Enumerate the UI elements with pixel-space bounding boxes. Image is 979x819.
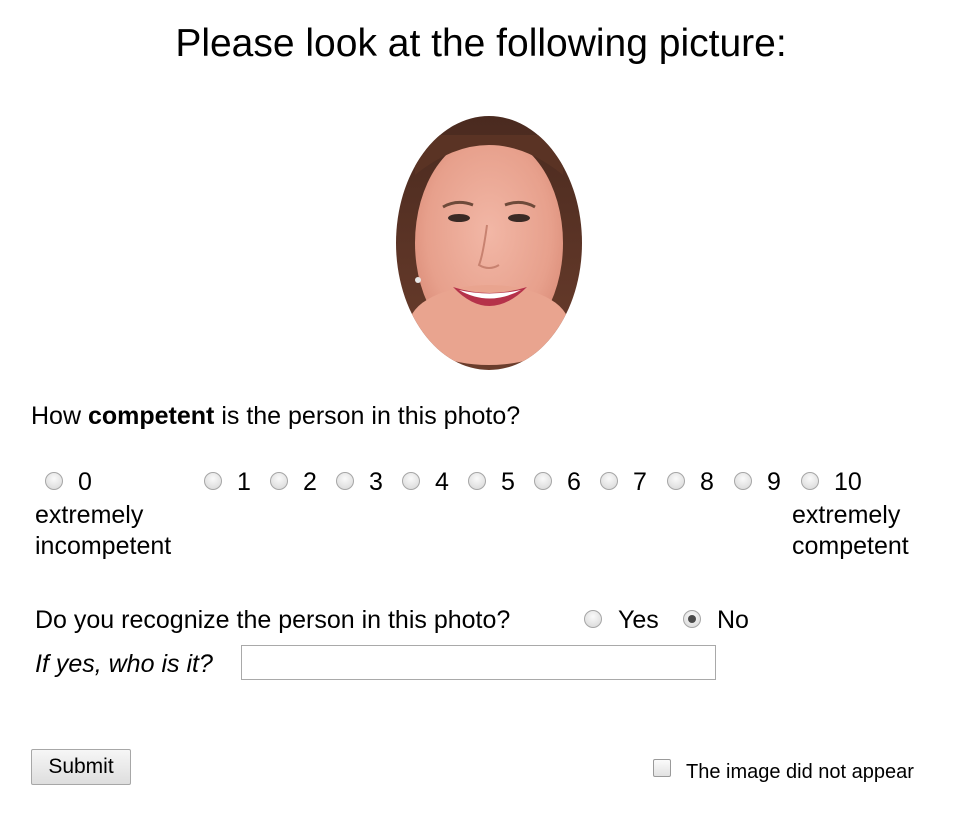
recognize-no-label: No bbox=[717, 606, 749, 634]
submit-button[interactable]: Submit bbox=[31, 749, 131, 785]
competence-radio-5[interactable] bbox=[468, 472, 486, 490]
competence-scale-label-4: 4 bbox=[435, 468, 449, 496]
competence-scale-label-8: 8 bbox=[700, 468, 714, 496]
competence-question-suffix: is the person in this photo? bbox=[214, 402, 521, 430]
competence-question-prefix: How bbox=[31, 402, 88, 430]
competence-scale-label-0: 0 bbox=[78, 468, 92, 496]
who-question: If yes, who is it? bbox=[35, 650, 213, 678]
competence-radio-10[interactable] bbox=[801, 472, 819, 490]
image-missing-label: The image did not appear bbox=[686, 761, 914, 783]
image-missing-checkbox[interactable] bbox=[653, 759, 671, 777]
competence-question-emphasis: competent bbox=[87, 402, 215, 430]
recognize-no-radio[interactable] bbox=[683, 610, 701, 628]
competence-scale-label-1: 1 bbox=[237, 468, 251, 496]
low-anchor-line2: incompetent bbox=[35, 532, 172, 560]
competence-radio-9[interactable] bbox=[734, 472, 752, 490]
competence-scale-label-10: 10 bbox=[834, 468, 862, 496]
competence-radio-2[interactable] bbox=[270, 472, 288, 490]
recognize-yes-radio[interactable] bbox=[584, 610, 602, 628]
face-photo bbox=[396, 116, 582, 370]
competence-scale-label-9: 9 bbox=[767, 468, 781, 496]
low-anchor-line1: extremely bbox=[35, 501, 144, 529]
who-input[interactable] bbox=[241, 645, 716, 680]
competence-radio-6[interactable] bbox=[534, 472, 552, 490]
competence-scale-label-5: 5 bbox=[501, 468, 515, 496]
competence-scale-label-7: 7 bbox=[633, 468, 647, 496]
competence-radio-4[interactable] bbox=[402, 472, 420, 490]
competence-scale-label-2: 2 bbox=[303, 468, 317, 496]
high-anchor-line1: extremely bbox=[792, 501, 901, 529]
competence-question: How competent is the person in this phot… bbox=[31, 400, 520, 432]
high-anchor-line2: competent bbox=[792, 532, 909, 560]
recognize-question: Do you recognize the person in this phot… bbox=[35, 606, 511, 634]
competence-radio-8[interactable] bbox=[667, 472, 685, 490]
recognize-yes-label: Yes bbox=[618, 606, 659, 634]
competence-radio-0[interactable] bbox=[45, 472, 63, 490]
low-anchor-label: extremely incompetent bbox=[35, 500, 171, 562]
competence-radio-3[interactable] bbox=[336, 472, 354, 490]
high-anchor-label: extremely competent bbox=[792, 500, 909, 562]
competence-radio-7[interactable] bbox=[600, 472, 618, 490]
competence-scale-label-6: 6 bbox=[567, 468, 581, 496]
page-title: Please look at the following picture: bbox=[175, 22, 787, 65]
competence-scale-label-3: 3 bbox=[369, 468, 383, 496]
competence-radio-1[interactable] bbox=[204, 472, 222, 490]
